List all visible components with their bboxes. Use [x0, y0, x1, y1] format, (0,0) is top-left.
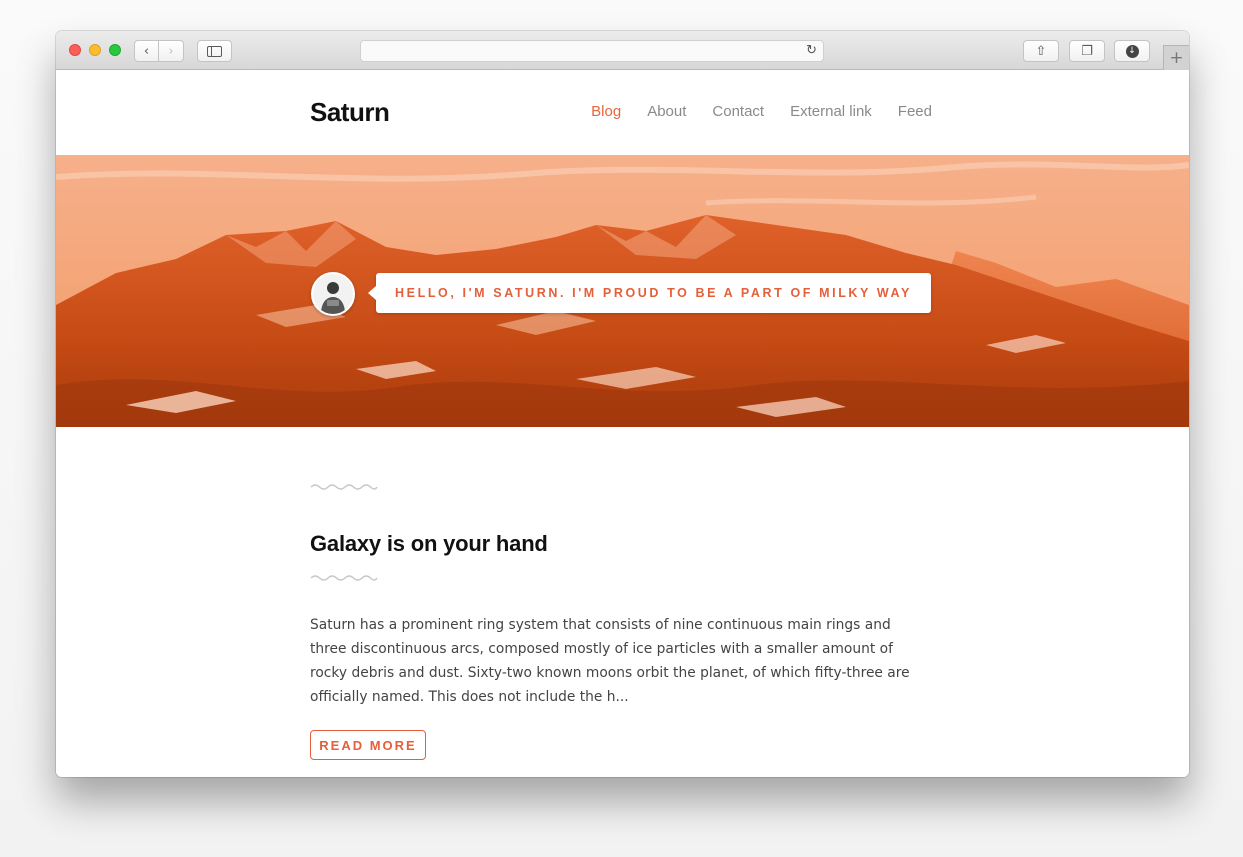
address-bar[interactable]: ↻ [360, 40, 824, 62]
site-brand-link[interactable]: Saturn [310, 97, 390, 128]
nav-link-blog[interactable]: Blog [591, 103, 621, 120]
browser-window: ‹ › ↻ ⇧ ❐ ↓ + Saturn Blog About Contact … [56, 31, 1189, 777]
nav-link-about[interactable]: About [647, 103, 686, 120]
tabs-icon: ❐ [1081, 43, 1093, 59]
nav-link-feed[interactable]: Feed [898, 103, 932, 120]
web-page: Saturn Blog About Contact External link … [56, 70, 1189, 777]
sidebar-icon [207, 45, 222, 57]
nav-link-external[interactable]: External link [790, 103, 872, 120]
share-icon: ⇧ [1035, 43, 1047, 59]
show-tabs-button[interactable]: ❐ [1069, 40, 1105, 62]
back-button[interactable]: ‹ [134, 40, 159, 62]
plus-icon: + [1169, 48, 1184, 68]
browser-toolbar: ‹ › ↻ ⇧ ❐ ↓ + [56, 31, 1189, 70]
minimize-window-button[interactable] [89, 44, 101, 56]
greeting-bubble: HELLO, I'M SATURN. I'M PROUD TO BE A PAR… [368, 273, 931, 313]
zoom-window-button[interactable] [109, 44, 121, 56]
author-avatar[interactable] [311, 272, 355, 316]
read-more-button[interactable]: READ MORE [310, 730, 426, 760]
person-avatar-icon [313, 274, 353, 314]
new-tab-button[interactable]: + [1163, 45, 1189, 70]
forward-button[interactable]: › [159, 40, 184, 62]
main-nav: Blog About Contact External link Feed [591, 103, 932, 120]
reload-icon[interactable]: ↻ [806, 43, 817, 58]
download-icon: ↓ [1125, 44, 1139, 58]
wave-divider-title [310, 575, 378, 581]
sidebar-toggle-button[interactable] [197, 40, 232, 62]
site-header: Saturn Blog About Contact External link … [56, 70, 1189, 155]
post-title-link[interactable]: Galaxy is on your hand [310, 531, 548, 557]
close-window-button[interactable] [69, 44, 81, 56]
chevron-right-icon: › [168, 43, 174, 59]
downloads-button[interactable]: ↓ [1114, 40, 1150, 62]
share-button[interactable]: ⇧ [1023, 40, 1059, 62]
post-excerpt: Saturn has a prominent ring system that … [310, 617, 910, 705]
wave-divider-top [310, 484, 378, 490]
nav-link-contact[interactable]: Contact [712, 103, 764, 120]
chevron-left-icon: ‹ [143, 43, 150, 59]
greeting-text: HELLO, I'M SATURN. I'M PROUD TO BE A PAR… [395, 286, 912, 300]
hero-banner: HELLO, I'M SATURN. I'M PROUD TO BE A PAR… [56, 155, 1189, 427]
desktop-backdrop: ‹ › ↻ ⇧ ❐ ↓ + Saturn Blog About Contact … [0, 0, 1243, 857]
